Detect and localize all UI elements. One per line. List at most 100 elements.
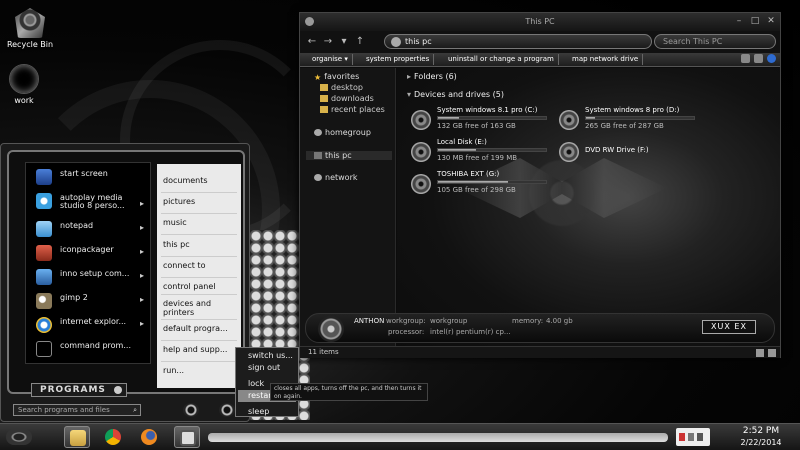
close-button[interactable]: ✕: [764, 15, 778, 28]
address-row: ← → ▾ ↑ this pc Search This PC: [300, 31, 780, 53]
program-item[interactable]: command prom...: [30, 339, 148, 359]
divider: [161, 319, 237, 320]
program-item[interactable]: autoplay media studio 8 perso... ▸: [30, 191, 148, 215]
up-button[interactable]: ↑: [354, 35, 366, 48]
map-network-drive-button[interactable]: map network drive: [568, 54, 644, 65]
sign-out-option[interactable]: sign out: [238, 362, 296, 374]
submenu-arrow-icon: ▸: [139, 199, 144, 208]
drive-g[interactable]: TOSHIBA EXT (G:) 105 GB free of 298 GB: [411, 170, 561, 200]
help-icon[interactable]: [767, 54, 776, 63]
nav-favorites[interactable]: ★ favorites: [314, 72, 359, 82]
program-item[interactable]: gimp 2 ▸: [30, 291, 148, 311]
taskbar-app-window[interactable]: [174, 426, 200, 448]
recent-places-icon: [320, 106, 328, 113]
shutdown-menu-button[interactable]: [219, 403, 235, 417]
drive-usage-bar: [437, 148, 547, 152]
system-clock[interactable]: 2:52 PM 2/22/2014: [726, 426, 796, 448]
taskbar-firefox[interactable]: [136, 426, 162, 448]
run-link[interactable]: run...: [163, 366, 184, 375]
user-folder-icon: [9, 64, 39, 94]
desktop-icon-recycle-bin[interactable]: Recycle Bin: [0, 8, 60, 49]
help-and-support-link[interactable]: help and supp...: [163, 345, 227, 354]
view-options-icon[interactable]: [741, 54, 750, 63]
submenu-arrow-icon: ▸: [139, 247, 144, 256]
control-panel-link[interactable]: control panel: [163, 282, 215, 291]
music-link[interactable]: music: [163, 218, 187, 227]
drive-usage-bar: [437, 116, 547, 120]
drive-d[interactable]: System windows 8 pro (D:) 265 GB free of…: [559, 106, 709, 136]
notification-area[interactable]: [676, 428, 710, 446]
desktop-icon-work[interactable]: work: [0, 64, 54, 105]
submenu-arrow-icon: ▸: [139, 295, 144, 304]
sleep-option[interactable]: sleep: [238, 406, 296, 418]
folders-section-header[interactable]: ▸ Folders (6): [407, 72, 457, 81]
computer-name: ANTHON: [354, 317, 385, 325]
start-menu-right-pane: documents pictures music this pc connect…: [157, 164, 241, 388]
dvd-drive-icon: [559, 142, 579, 162]
drive-free-space: 265 GB free of 287 GB: [585, 122, 664, 130]
flag-icon[interactable]: [679, 433, 685, 441]
nav-this-pc[interactable]: this pc: [306, 151, 392, 160]
homegroup-icon: [314, 129, 322, 136]
pictures-link[interactable]: pictures: [163, 197, 195, 206]
nav-homegroup[interactable]: homegroup: [314, 128, 371, 137]
start-search-placeholder: Search programs and files: [18, 406, 110, 414]
maximize-button[interactable]: □: [748, 15, 762, 28]
switch-user-option[interactable]: switch us...: [238, 350, 296, 362]
start-search-input[interactable]: Search programs and files ⌕: [13, 404, 141, 416]
address-bar[interactable]: this pc: [384, 34, 652, 49]
start-button[interactable]: [6, 429, 32, 445]
this-pc-link[interactable]: this pc: [163, 240, 190, 249]
large-icons-view-icon[interactable]: [768, 349, 776, 357]
taskbar-chrome[interactable]: [100, 426, 126, 448]
devices-and-printers-link[interactable]: devices and printers: [163, 299, 235, 317]
recent-dropdown[interactable]: ▾: [338, 35, 350, 48]
connect-to-link[interactable]: connect to: [163, 261, 205, 270]
nav-downloads[interactable]: downloads: [320, 94, 374, 103]
uninstall-program-button[interactable]: uninstall or change a program: [444, 54, 559, 65]
organise-button[interactable]: organise ▾: [308, 54, 353, 65]
program-item[interactable]: internet explor... ▸: [30, 315, 148, 335]
forward-button[interactable]: →: [322, 35, 334, 48]
minimize-button[interactable]: –: [732, 15, 746, 28]
divider: [161, 213, 237, 214]
taskbar-file-explorer[interactable]: [64, 426, 90, 448]
program-label: inno setup com...: [60, 269, 130, 278]
drive-f[interactable]: DVD RW Drive (F:): [559, 138, 709, 168]
program-item[interactable]: notepad ▸: [30, 219, 148, 239]
program-item[interactable]: inno setup com... ▸: [30, 267, 148, 287]
programs-orb-icon: [114, 386, 122, 394]
downloads-icon: [320, 95, 328, 102]
workgroup-value: workgroup: [430, 317, 468, 325]
section-label: Folders (6): [414, 72, 457, 81]
program-item[interactable]: start screen: [30, 167, 148, 187]
nav-network[interactable]: network: [314, 173, 358, 182]
volume-icon[interactable]: [697, 433, 703, 441]
details-view-icon[interactable]: [756, 349, 764, 357]
drive-e[interactable]: Local Disk (E:) 130 MB free of 199 MB: [411, 138, 561, 168]
chrome-icon: [105, 429, 121, 445]
nav-desktop[interactable]: desktop: [320, 83, 363, 92]
drive-c[interactable]: System windows 8.1 pro (C:) 132 GB free …: [411, 106, 561, 136]
program-list: start screen autoplay media studio 8 per…: [25, 162, 151, 364]
back-button[interactable]: ←: [306, 35, 318, 48]
recycle-bin-icon: [15, 8, 45, 38]
drive-name: DVD RW Drive (F:): [585, 146, 649, 154]
window-titlebar[interactable]: This PC – □ ✕: [300, 13, 780, 31]
network-icon[interactable]: [688, 433, 694, 441]
default-programs-link[interactable]: default progra...: [163, 324, 228, 333]
submenu-arrow-icon: ▸: [139, 271, 144, 280]
file-explorer-icon: [70, 430, 86, 446]
shutdown-submenu: switch us... sign out lock restart sleep: [235, 347, 299, 417]
preview-pane-icon[interactable]: [754, 54, 763, 63]
collapse-arrow-icon: ▸: [407, 72, 412, 81]
all-programs-button[interactable]: PROGRAMS: [31, 383, 127, 397]
nav-recent-places[interactable]: recent places: [320, 105, 385, 114]
system-properties-button[interactable]: system properties: [362, 54, 435, 65]
program-item[interactable]: iconpackager ▸: [30, 243, 148, 263]
drives-section-header[interactable]: ▾ Devices and drives (5): [407, 90, 504, 99]
power-options-button[interactable]: [183, 403, 199, 417]
search-input[interactable]: Search This PC: [654, 34, 776, 49]
program-label: iconpackager: [60, 245, 114, 254]
documents-link[interactable]: documents: [163, 176, 208, 185]
